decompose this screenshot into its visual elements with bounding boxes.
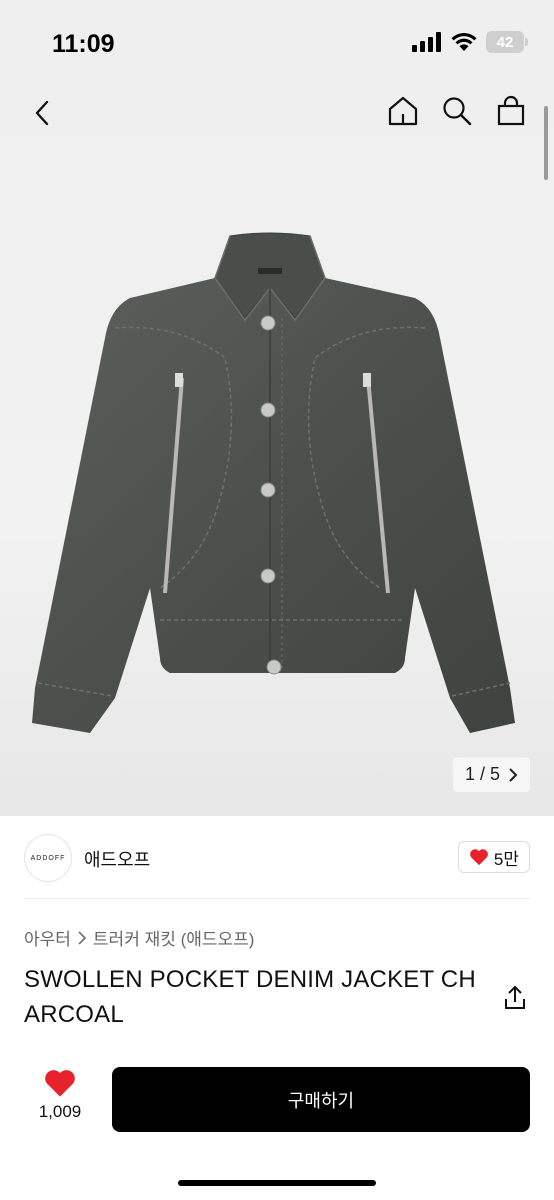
scroll-indicator (544, 106, 548, 180)
brand-name[interactable]: 애드오프 (84, 846, 150, 872)
bottom-action-bar: 1,009 구매하기 (0, 1060, 554, 1200)
breadcrumb-category[interactable]: 아우터 (24, 925, 71, 950)
share-icon (505, 985, 525, 1009)
share-button[interactable] (502, 985, 528, 1011)
brand-row[interactable]: ADDOFF 애드오프 5만 (0, 816, 554, 900)
heart-icon (470, 849, 488, 866)
breadcrumb-subcategory[interactable]: 트러커 재킷 (애드오프) (93, 925, 255, 950)
home-icon (388, 96, 418, 126)
chevron-left-icon (35, 100, 49, 126)
chevron-right-icon (509, 767, 518, 782)
breadcrumb: 아우터 트러커 재킷 (애드오프) (24, 925, 254, 950)
jacket-product-image (32, 232, 515, 733)
search-icon (443, 97, 472, 126)
status-time: 11:09 (52, 30, 115, 58)
home-indicator (178, 1180, 376, 1186)
status-icons: 42 (412, 31, 528, 53)
buy-button[interactable]: 구매하기 (112, 1067, 530, 1132)
cart-button[interactable] (494, 94, 528, 128)
product-title: SWOLLEN POCKET DENIM JACKET CHARCOAL (24, 966, 476, 1028)
cellular-signal-icon (412, 32, 441, 52)
status-bar: 11:09 42 (0, 0, 554, 88)
wifi-icon (451, 32, 477, 51)
chevron-right-icon (78, 930, 87, 945)
battery-indicator: 42 (486, 31, 528, 53)
favorite-button[interactable]: 1,009 (34, 1068, 86, 1122)
heart-icon (45, 1070, 75, 1097)
product-image-gallery[interactable]: 1 / 5 (0, 88, 554, 816)
top-nav-icons (386, 94, 528, 128)
shopping-bag-icon (497, 95, 525, 126)
brand-logo[interactable]: ADDOFF (24, 834, 72, 882)
search-button[interactable] (440, 94, 474, 128)
pager-label: 1 / 5 (464, 764, 500, 784)
brand-like-count: 5만 (493, 849, 519, 869)
back-button[interactable] (28, 98, 58, 128)
divider (24, 898, 530, 899)
image-pager[interactable]: 1 / 5 (452, 757, 530, 792)
brand-like-button[interactable]: 5만 (457, 841, 530, 873)
home-button[interactable] (386, 94, 420, 128)
favorite-count: 1,009 (38, 1102, 82, 1121)
